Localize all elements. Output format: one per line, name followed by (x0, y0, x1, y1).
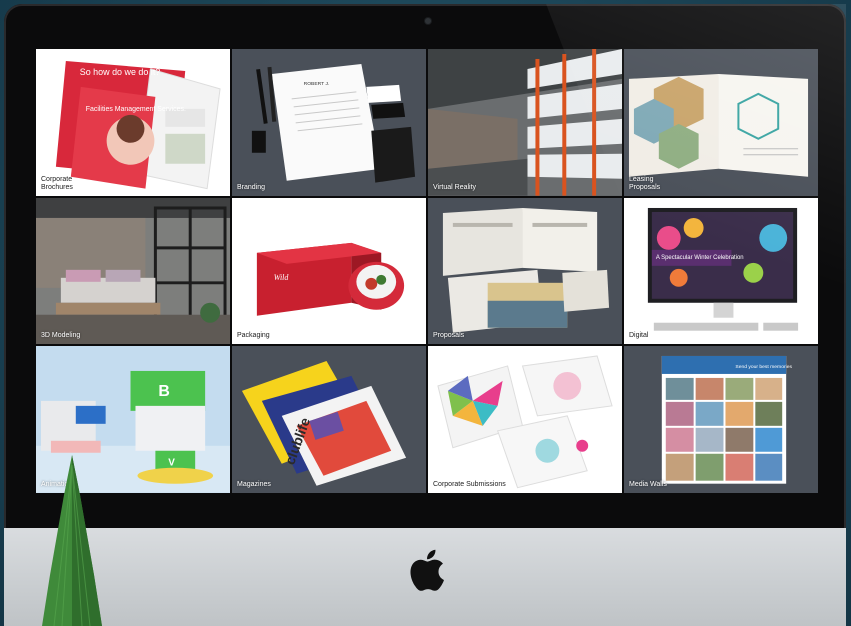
tile-3d-modeling[interactable]: 3D Modeling (36, 197, 230, 345)
camera-icon (425, 18, 431, 24)
tile-label: 3D Modeling (41, 332, 81, 340)
media-wall-image: Send your best memories (661, 356, 792, 485)
submissions-image (437, 355, 613, 489)
tree-decoration (42, 455, 102, 626)
packaging-image: Wild (256, 242, 405, 316)
leasing-book-image (628, 73, 809, 177)
tile-proposals[interactable]: Proposals (428, 197, 622, 345)
bedroom-image (36, 197, 230, 345)
tile-label: Corporate Submissions (433, 481, 506, 488)
digital-image: A Spectacular Winter Celebration (647, 207, 799, 331)
branding-card-text: ROBERT J. (304, 81, 330, 87)
tile-label: Proposals (433, 332, 465, 340)
branding-image: ROBERT J. (251, 63, 416, 183)
tile-corporate-submissions[interactable]: Corporate Submissions (428, 346, 622, 493)
media-wall-header: Send your best memories (735, 364, 792, 370)
tile-label: Digital (629, 332, 649, 340)
magazines-image: clublife (241, 361, 407, 487)
tile-label: Media Walls (629, 481, 667, 488)
tile-label: Leasing Proposals (629, 175, 661, 191)
tile-virtual-reality[interactable]: Virtual Reality (428, 49, 622, 196)
tile-label: Magazines (237, 481, 271, 488)
tile-label: Virtual Reality (433, 183, 477, 191)
tile-label: Packaging (237, 332, 270, 340)
tile-digital[interactable]: A Spectacular Winter Celebration Digital (624, 197, 818, 345)
brochure-image: So how do we do it? Facilities Managemen… (55, 60, 221, 190)
warehouse-image (428, 49, 622, 196)
animation-shirt-letter: V (168, 458, 175, 469)
tile-leasing-proposals[interactable]: Leasing Proposals (624, 49, 818, 196)
brochure-cover-text: Facilities Management Services. (86, 106, 186, 113)
portfolio-grid: So how do we do it? Facilities Managemen… (36, 49, 818, 493)
tile-media-walls[interactable]: Send your best memories Media Walls (624, 346, 818, 493)
animation-cap-letter: B (158, 383, 169, 400)
tile-magazines[interactable]: clublife Magazines (232, 346, 426, 493)
brochure-heading: So how do we do it? (80, 67, 161, 77)
tile-label: Branding (237, 183, 266, 191)
digital-headline: A Spectacular Winter Celebration (656, 255, 744, 261)
tile-label: Corporate Brochures (41, 175, 73, 191)
tile-branding[interactable]: ROBERT J. Branding (232, 49, 426, 196)
tile-packaging[interactable]: Wild Packaging (232, 197, 426, 345)
tile-corporate-brochures[interactable]: So how do we do it? Facilities Managemen… (36, 49, 230, 196)
packaging-brand: Wild (274, 272, 289, 281)
proposals-image (442, 207, 610, 333)
apple-icon (410, 549, 444, 591)
